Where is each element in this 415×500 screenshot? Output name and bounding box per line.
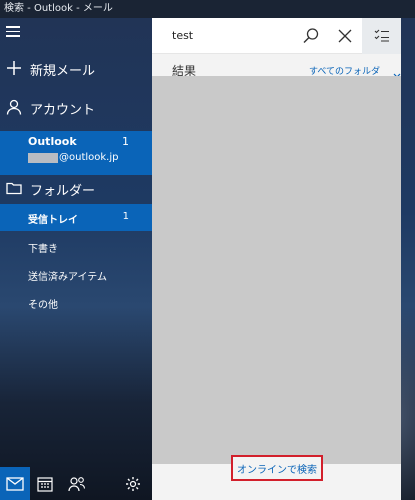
email-redaction — [28, 152, 58, 163]
plus-icon — [6, 60, 22, 76]
folders-button[interactable]: フォルダー — [0, 178, 152, 199]
accounts-button[interactable]: アカウント — [0, 97, 152, 118]
search-input[interactable]: test — [172, 29, 193, 42]
folder-other[interactable]: その他 — [28, 296, 58, 311]
account-email: @outlook.jp — [28, 152, 119, 163]
new-mail-button[interactable]: 新規メール — [0, 58, 152, 79]
mail-icon[interactable] — [0, 467, 30, 500]
calendar-icon[interactable] — [30, 467, 60, 500]
checklist-icon — [374, 27, 390, 46]
folders-label: フォルダー — [30, 184, 96, 199]
navigation-pane: 新規メール アカウント Outlook 1 @outlook.jp フォルダー … — [0, 18, 152, 500]
folder-inbox-count: 1 — [122, 211, 129, 222]
settings-icon[interactable] — [118, 467, 148, 500]
search-icon[interactable] — [300, 25, 322, 47]
folder-drafts[interactable]: 下書き — [28, 240, 58, 255]
folder-sent[interactable]: 送信済みアイテム — [28, 268, 107, 283]
results-list-redacted — [152, 76, 401, 464]
search-online-label: オンラインで検索 — [237, 464, 317, 476]
folder-inbox-label: 受信トレイ — [28, 215, 78, 226]
account-unread-count: 1 — [122, 135, 129, 148]
search-panel: test 結果 すべてのフォルダー オンラインで検索 — [152, 18, 401, 500]
search-box[interactable]: test — [152, 18, 362, 54]
account-outlook[interactable]: Outlook 1 @outlook.jp — [0, 131, 152, 175]
selection-mode-button[interactable] — [362, 18, 401, 54]
new-mail-label: 新規メール — [30, 64, 96, 79]
bottom-app-bar — [0, 467, 152, 500]
person-icon — [6, 99, 22, 115]
close-icon[interactable] — [334, 25, 356, 47]
window-title: 検索 - Outlook - メール — [0, 0, 415, 18]
account-name: Outlook — [28, 135, 77, 148]
hamburger-icon[interactable] — [6, 26, 20, 40]
account-email-domain: @outlook.jp — [59, 152, 119, 163]
accounts-label: アカウント — [30, 103, 96, 118]
folder-inbox[interactable]: 受信トレイ 1 — [0, 204, 152, 231]
people-icon[interactable] — [62, 467, 92, 500]
search-online-button[interactable]: オンラインで検索 — [231, 455, 323, 481]
folder-icon — [6, 180, 22, 196]
